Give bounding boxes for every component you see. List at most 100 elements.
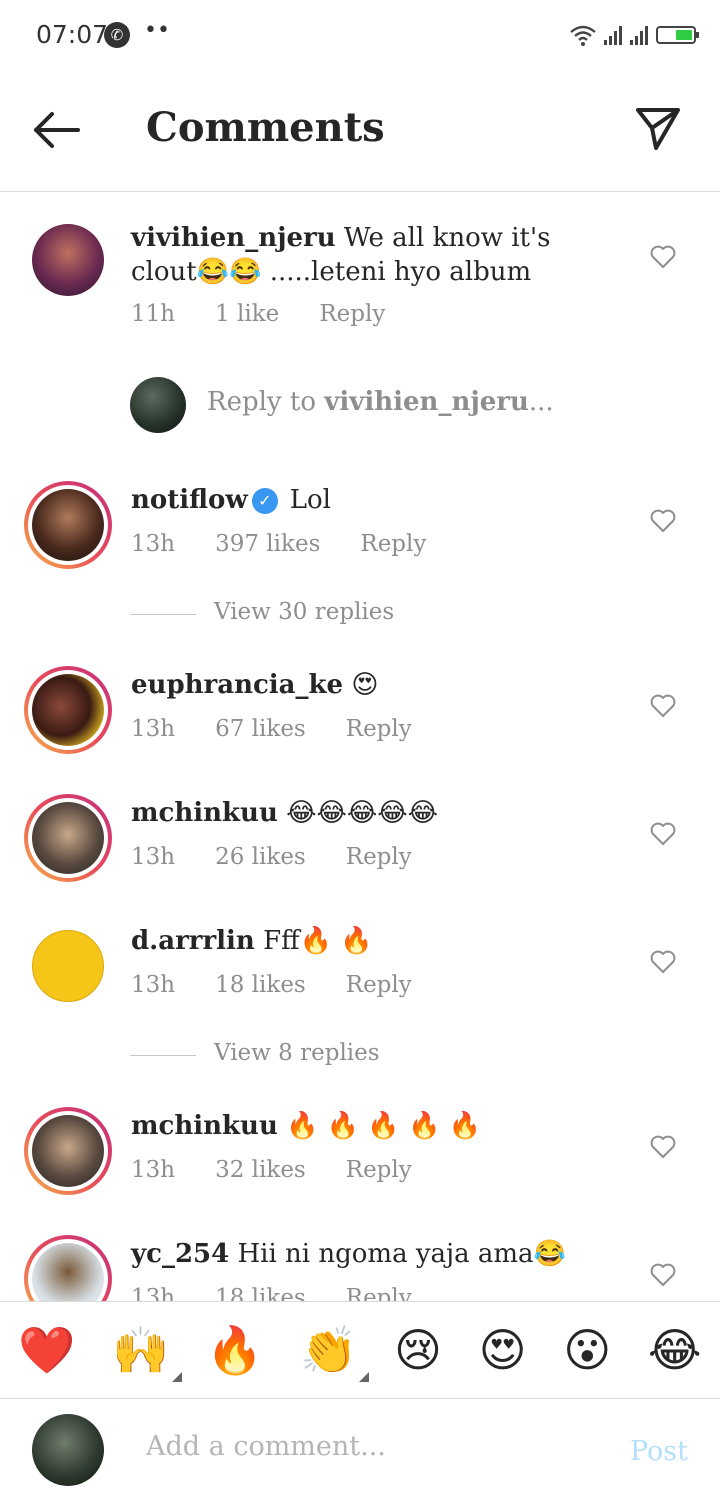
comment-text: notiflow ✓ Lol (131, 483, 611, 517)
reply-button[interactable]: Reply (346, 1285, 412, 1301)
reply-prompt-prefix: Reply to (207, 387, 325, 417)
comment-composer: Post (0, 1400, 720, 1500)
comment-likes[interactable]: 397 likes (215, 531, 320, 557)
comment-time: 13h (131, 844, 176, 870)
comment-text: vivihien_njeru We all know it's clout😂😂 … (131, 221, 611, 289)
view-replies-button[interactable]: View 30 replies (130, 599, 690, 629)
comment-time: 13h (131, 1285, 176, 1301)
heart-icon[interactable] (650, 950, 676, 974)
reply-composer-inline[interactable]: Reply to vivihien_njeru... (130, 377, 690, 433)
post-button[interactable]: Post (630, 1436, 688, 1467)
avatar[interactable] (32, 930, 104, 1002)
reply-button[interactable]: Reply (319, 301, 385, 327)
heart-icon[interactable] (650, 509, 676, 533)
comment-likes[interactable]: 26 likes (215, 844, 306, 870)
verified-badge-icon: ✓ (251, 488, 278, 514)
comment-likes[interactable]: 1 like (215, 301, 279, 327)
comment-time: 13h (131, 972, 176, 998)
heart-icon[interactable] (650, 1135, 676, 1159)
reply-button[interactable]: Reply (360, 531, 426, 557)
comment-body: Hii ni ngoma yaja ama😂 (237, 1239, 566, 1269)
reply-button[interactable]: Reply (346, 972, 412, 998)
reply-prompt: Reply to vivihien_njeru... (207, 387, 554, 417)
status-time: 07:07 (36, 20, 109, 49)
comment-body: 😂😂😂😂😂 (286, 798, 439, 828)
wifi-icon (570, 25, 596, 46)
avatar (130, 377, 186, 433)
avatar (32, 674, 104, 746)
tears-of-joy-emoji-button[interactable]: 😂 (648, 1323, 702, 1377)
status-bar: 07:07 ✆ •• (0, 0, 720, 72)
heart-icon[interactable] (650, 694, 676, 718)
comment-likes[interactable]: 18 likes (215, 972, 306, 998)
comment-input[interactable] (144, 1430, 598, 1463)
heart-eyes-emoji-button[interactable]: 😍 (479, 1323, 527, 1377)
view-replies-label[interactable]: View 30 replies (214, 599, 394, 625)
comment-text: d.arrrlin Fff🔥 🔥 (131, 924, 611, 958)
comment-likes[interactable]: 67 likes (215, 716, 306, 742)
comment-meta: 13h 18 likes Reply (131, 972, 412, 998)
comment-body: 🔥 🔥 🔥 🔥 🔥 (286, 1111, 482, 1141)
status-indicators (570, 22, 699, 48)
reply-button[interactable]: Reply (346, 844, 412, 870)
avatar-story-ring[interactable] (24, 666, 112, 754)
avatar-story-ring[interactable] (24, 1235, 112, 1301)
comment-meta: 13h 18 likes Reply (131, 1285, 412, 1301)
clapping-hands-emoji-button[interactable]: 👏 (300, 1322, 370, 1382)
comment-username[interactable]: vivihien_njeru (131, 223, 336, 253)
comment-body: Fff🔥 🔥 (263, 926, 373, 956)
direct-message-icon[interactable] (634, 104, 682, 152)
comment-likes[interactable]: 32 likes (215, 1157, 306, 1183)
heart-icon[interactable] (650, 1263, 676, 1287)
comment-meta: 13h 26 likes Reply (131, 844, 412, 870)
emoji-quick-bar: ❤️ 🙌 🔥 👏 😢 😍 😮 😂 (0, 1301, 720, 1399)
avatar (32, 1414, 104, 1486)
surprised-face-emoji-button[interactable]: 😮 (563, 1323, 611, 1377)
red-heart-emoji-button[interactable]: ❤️ (18, 1323, 75, 1378)
comment-username[interactable]: mchinkuu (131, 1111, 278, 1141)
comment-list[interactable]: vivihien_njeru We all know it's clout😂😂 … (0, 193, 720, 1301)
clapping-hands-emoji: 👏 (300, 1322, 358, 1377)
view-replies-label[interactable]: View 8 replies (214, 1040, 380, 1066)
reply-button[interactable]: Reply (346, 1157, 412, 1183)
comment-username[interactable]: mchinkuu (131, 798, 278, 828)
comment-body: Lol (289, 485, 331, 515)
comment-meta: 11h 1 like Reply (131, 301, 385, 327)
notification-dots: •• (144, 18, 170, 43)
comment-username[interactable]: yc_254 (131, 1239, 229, 1269)
comment-username[interactable]: euphrancia_ke (131, 670, 343, 700)
divider-line (130, 1055, 196, 1056)
comment-likes[interactable]: 18 likes (215, 1285, 306, 1301)
avatar (32, 802, 104, 874)
heart-icon[interactable] (650, 822, 676, 846)
heart-icon[interactable] (650, 245, 676, 269)
view-replies-button[interactable]: View 8 replies (130, 1040, 690, 1070)
reply-prompt-user: vivihien_njeru (324, 387, 529, 417)
comment-text: yc_254 Hii ni ngoma yaja ama😂 (131, 1237, 611, 1271)
comment-time: 13h (131, 531, 176, 557)
crying-face-emoji-button[interactable]: 😢 (394, 1323, 442, 1377)
reply-button[interactable]: Reply (346, 716, 412, 742)
signal-icon-2 (630, 25, 648, 45)
divider-line (130, 614, 196, 615)
comment-username[interactable]: notiflow (131, 485, 248, 515)
avatar[interactable] (32, 224, 104, 296)
raising-hands-emoji: 🙌 (112, 1322, 170, 1377)
back-arrow-icon[interactable] (30, 108, 82, 152)
comment-time: 13h (131, 716, 176, 742)
raising-hands-emoji-button[interactable]: 🙌 (112, 1322, 182, 1382)
avatar-story-ring[interactable] (24, 794, 112, 882)
comment-time: 13h (131, 1157, 176, 1183)
comment-username[interactable]: d.arrrlin (131, 926, 255, 956)
fire-emoji-button[interactable]: 🔥 (206, 1323, 263, 1378)
signal-icon (604, 25, 622, 45)
comment-time: 11h (131, 301, 176, 327)
battery-icon (656, 26, 699, 44)
avatar (32, 489, 104, 561)
skin-tone-indicator-icon (171, 1371, 182, 1382)
comment-text: mchinkuu 😂😂😂😂😂 (131, 796, 611, 830)
skin-tone-indicator-icon (359, 1371, 370, 1382)
avatar-story-ring[interactable] (24, 481, 112, 569)
avatar-story-ring[interactable] (24, 1107, 112, 1195)
reply-prompt-suffix: ... (528, 387, 554, 417)
